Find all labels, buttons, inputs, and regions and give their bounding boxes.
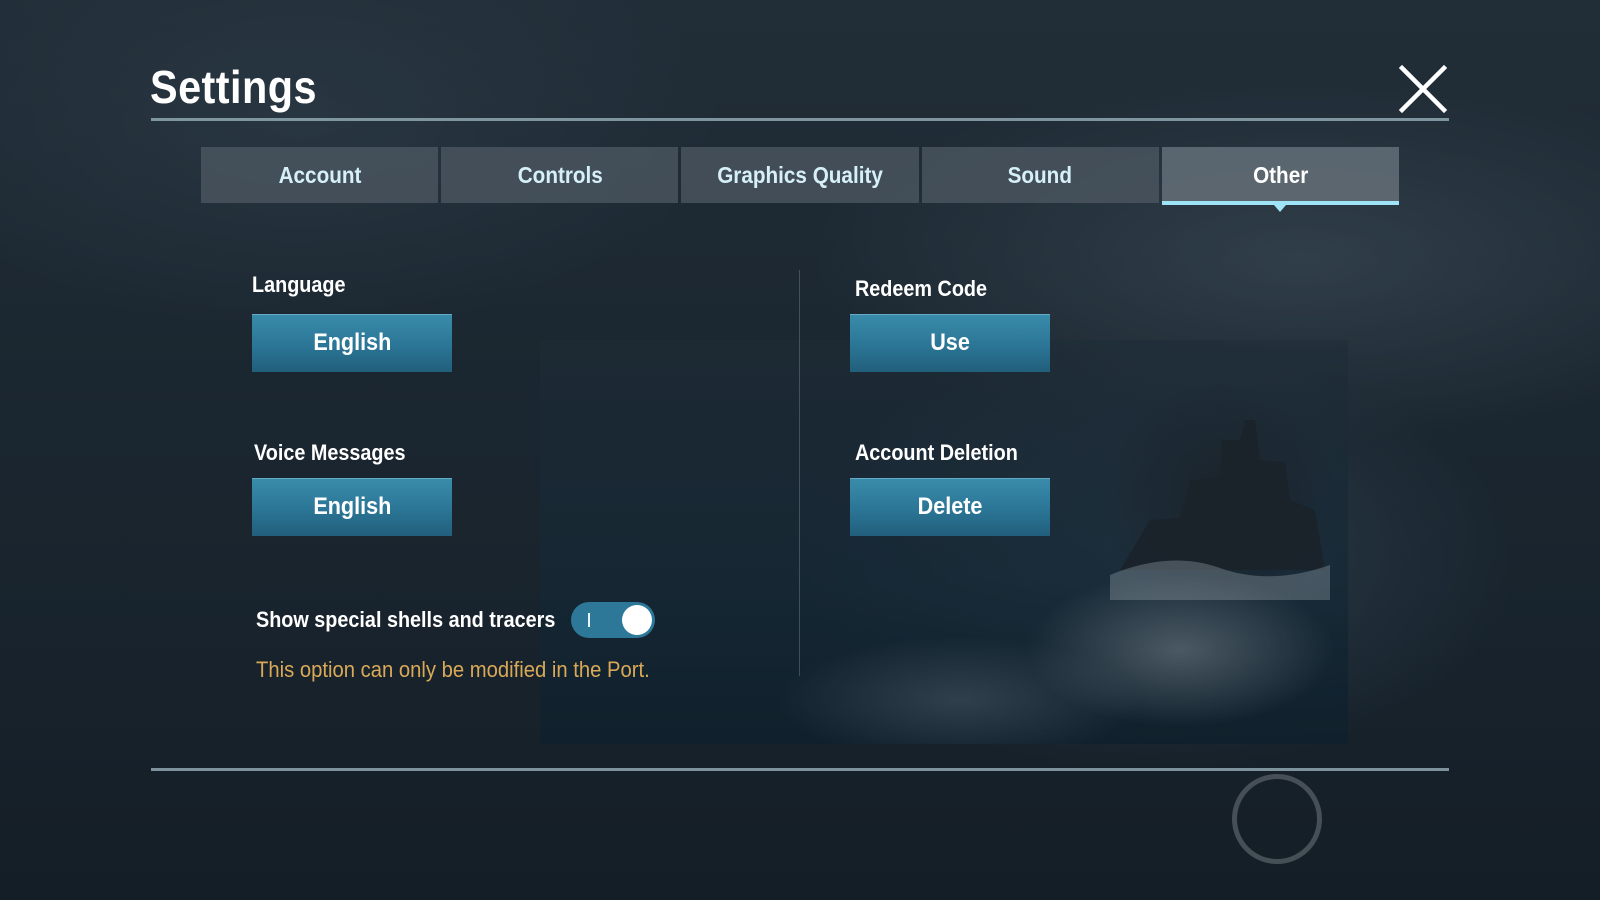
toggle-on-mark-icon [588,613,590,627]
tab-label: Graphics Quality [717,161,883,188]
language-button[interactable]: English [252,314,452,372]
language-value: English [312,329,391,356]
special-shells-toggle[interactable] [571,602,655,638]
dim-overlay [0,0,1600,900]
language-label: Language [252,272,346,297]
special-shells-label: Show special shells and tracers [256,607,556,632]
redeem-code-label: Redeem Code [855,276,988,301]
page-title: Settings [150,61,317,113]
account-deletion-label: Account Deletion [855,440,1018,465]
footer-divider [151,768,1449,771]
redeem-use-label: Use [930,329,970,356]
tab-controls[interactable]: Controls [441,147,679,203]
toggle-knob [622,605,652,635]
tab-graphics-quality[interactable]: Graphics Quality [681,147,919,203]
circle-button-icon[interactable] [1232,774,1322,864]
account-delete-label: Delete [917,493,983,520]
column-divider [799,270,800,676]
active-tab-caret-icon [1274,205,1287,212]
voice-messages-button[interactable]: English [252,478,452,536]
tab-sound[interactable]: Sound [921,147,1159,203]
port-only-note: This option can only be modified in the … [256,657,650,682]
tab-label: Account [278,161,361,188]
settings-tabs: Account Controls Graphics Quality Sound … [201,147,1400,212]
voice-messages-value: English [312,493,391,520]
close-icon[interactable] [1398,64,1448,114]
redeem-use-button[interactable]: Use [850,314,1050,372]
tab-account[interactable]: Account [201,147,439,203]
tab-label: Sound [1008,161,1073,188]
account-delete-button[interactable]: Delete [850,478,1050,536]
tab-label: Other [1252,161,1309,188]
tab-other[interactable]: Other [1161,147,1400,212]
header-divider [151,118,1449,121]
voice-messages-label: Voice Messages [254,440,406,465]
settings-screen: Settings Account Controls Graphics Quali… [0,0,1600,900]
tab-label: Controls [517,161,603,188]
